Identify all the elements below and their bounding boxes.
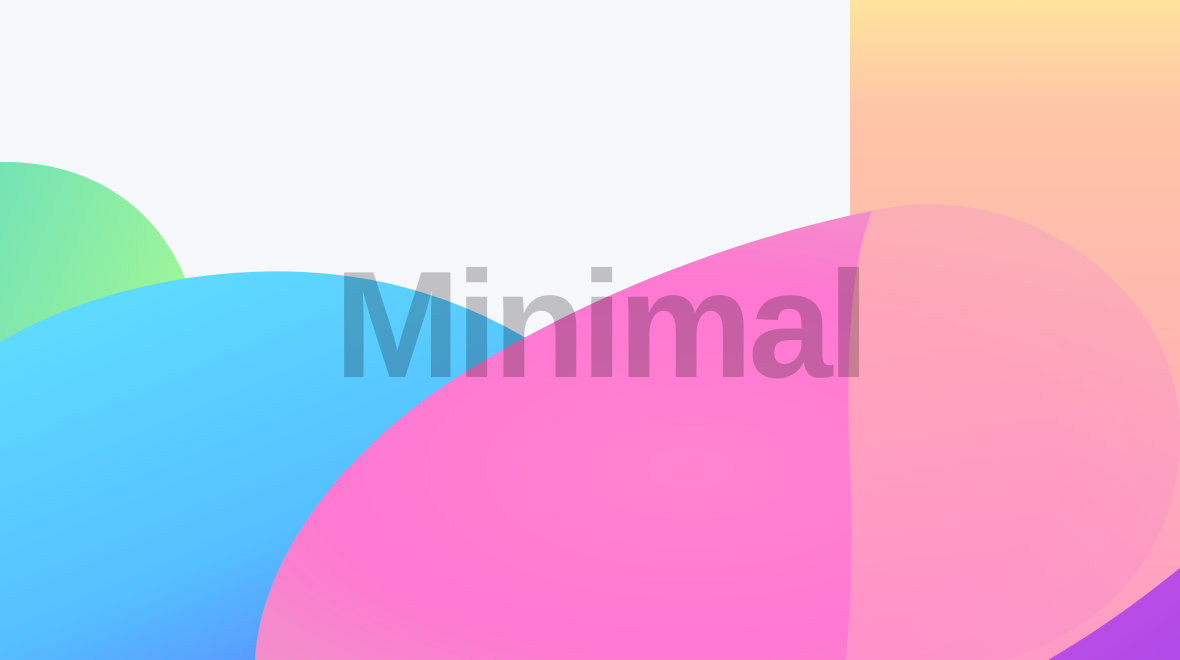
hero-title: Minimal bbox=[334, 240, 870, 410]
peach-highlight-shape bbox=[846, 0, 1180, 660]
hero-background: Minimal bbox=[0, 0, 1180, 660]
